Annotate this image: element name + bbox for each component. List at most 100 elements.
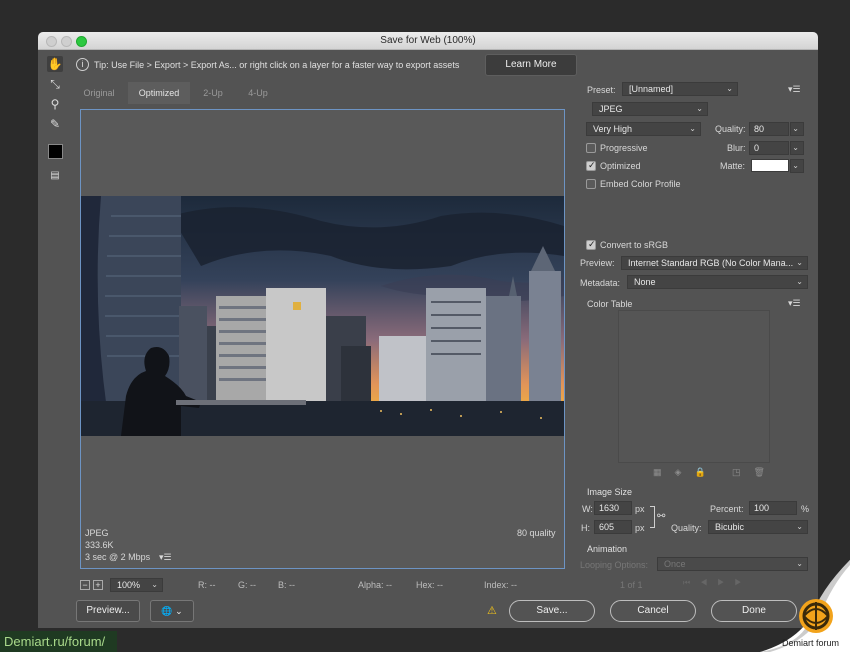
- compression-quality-value: Very High: [593, 124, 633, 134]
- preset-value: [Unnamed]: [629, 84, 674, 94]
- constrain-bracket: [650, 506, 655, 528]
- title-bar: Save for Web (100%): [38, 32, 818, 50]
- color-preview-value: Internet Standard RGB (No Color Mana...: [628, 258, 794, 268]
- lock-icon[interactable]: 🔒: [694, 467, 718, 477]
- chevron-down-icon: ⌄: [796, 258, 803, 267]
- optimized-checkbox[interactable]: [586, 160, 596, 171]
- readout-index: Index: --: [484, 580, 518, 590]
- watermark-link[interactable]: Demiart.ru/forum/: [0, 631, 117, 652]
- metadata-value: None: [634, 277, 656, 287]
- browser-preview-select[interactable]: 🌐 ⌄: [150, 600, 194, 622]
- compression-quality-select[interactable]: Very High ⌄: [586, 122, 701, 136]
- matte-select[interactable]: ⌄: [790, 159, 804, 173]
- chevron-down-icon: ⌄: [689, 124, 696, 133]
- color-table[interactable]: [618, 310, 770, 463]
- progressive-label: Progressive: [600, 143, 648, 153]
- zoom-level-value: 100%: [117, 580, 141, 590]
- quality-slider-toggle[interactable]: ⌄: [790, 122, 804, 136]
- looping-options-value: Once: [664, 559, 686, 569]
- preview-button[interactable]: Preview...: [76, 600, 140, 622]
- link-icon[interactable]: ⚯: [657, 511, 665, 522]
- save-for-web-dialog: Save for Web (100%) ✋ ⤡ ⚲ ✎ ▤ i Tip: Use…: [38, 32, 818, 628]
- zoom-in-button[interactable]: +: [93, 580, 103, 590]
- frame-counter: 1 of 1: [620, 580, 643, 590]
- animation-label: Animation: [587, 544, 628, 554]
- preview-label: Preview:: [580, 258, 615, 268]
- color-table-actions: ◳🗑: [732, 467, 778, 478]
- chevron-down-icon: ⌄: [151, 580, 158, 589]
- metadata-select[interactable]: None ⌄: [627, 275, 808, 289]
- demiart-logo: [793, 596, 839, 636]
- tab-original[interactable]: Original: [72, 82, 126, 104]
- percent-unit: %: [801, 504, 810, 514]
- optimize-menu-icon[interactable]: ▾☰: [788, 84, 801, 95]
- height-unit: px: [635, 523, 645, 533]
- image-size-info: 333.6K: [85, 540, 114, 550]
- learn-more-button[interactable]: Learn More: [485, 54, 577, 76]
- trash-icon[interactable]: 🗑: [754, 467, 778, 477]
- toggle-slices-icon[interactable]: ▤: [47, 168, 63, 184]
- quality-label: Quality:: [715, 124, 746, 134]
- eyedropper-tool-icon[interactable]: ✎: [47, 116, 63, 132]
- chevron-down-icon: ⌄: [796, 522, 803, 531]
- file-format-select[interactable]: JPEG ⌄: [592, 102, 708, 116]
- preset-label: Preset:: [587, 85, 616, 95]
- color-table-menu-icon[interactable]: ▾☰: [788, 298, 801, 309]
- chevron-down-icon: ⌄: [792, 161, 799, 170]
- quality-input[interactable]: 80: [749, 122, 789, 136]
- blur-slider-toggle[interactable]: ⌄: [790, 141, 804, 155]
- height-input[interactable]: 605: [594, 520, 632, 534]
- convert-to-srgb-label: Convert to sRGB: [600, 240, 669, 250]
- resample-method-select[interactable]: Bicubic ⌄: [708, 520, 808, 534]
- optimized-label: Optimized: [600, 161, 641, 171]
- info-icon: i: [76, 58, 89, 71]
- first-frame-icon[interactable]: ⏮: [683, 578, 700, 587]
- preview-canvas[interactable]: JPEG 333.6K 3 sec @ 2 Mbps ▾☰ 80 quality: [80, 109, 565, 569]
- tool-strip: ✋ ⤡ ⚲ ✎ ▤: [38, 50, 72, 210]
- color-table-label: Color Table: [587, 299, 633, 309]
- embed-color-profile-checkbox[interactable]: [586, 179, 596, 189]
- save-button[interactable]: Save...: [509, 600, 595, 622]
- convert-to-srgb-checkbox[interactable]: [586, 239, 596, 250]
- chevron-down-icon: ⌄: [172, 606, 183, 616]
- warning-icon: ⚠: [487, 605, 497, 617]
- blur-input[interactable]: 0: [749, 141, 789, 155]
- quality-note: 80 quality: [517, 528, 556, 538]
- lock-color-icon[interactable]: ◈: [675, 467, 695, 477]
- color-table-controls: ▦◈🔒: [653, 467, 719, 478]
- next-frame-icon[interactable]: ▶: [734, 578, 751, 587]
- previous-frame-icon[interactable]: ◀: [700, 578, 717, 587]
- width-input[interactable]: 1630: [594, 501, 632, 515]
- matte-label: Matte:: [720, 161, 746, 171]
- tab-optimized[interactable]: Optimized: [128, 82, 190, 104]
- looping-options-label: Looping Options:: [580, 560, 649, 570]
- play-icon[interactable]: ▶: [717, 578, 734, 587]
- zoom-level-select[interactable]: 100% ⌄: [110, 578, 163, 592]
- progressive-checkbox[interactable]: [586, 143, 596, 153]
- web-snap-icon[interactable]: ▦: [653, 467, 675, 477]
- tab-2-up[interactable]: 2-Up: [192, 82, 234, 104]
- chevron-down-icon: ⌄: [726, 84, 733, 93]
- blur-label: Blur:: [727, 143, 746, 153]
- percent-input[interactable]: 100: [749, 501, 797, 515]
- resample-method-value: Bicubic: [715, 522, 745, 532]
- image-format-info: JPEG: [85, 528, 109, 538]
- tab-4-up[interactable]: 4-Up: [236, 82, 280, 104]
- slice-select-tool-icon[interactable]: ⤡: [47, 76, 63, 92]
- preset-select[interactable]: [Unnamed] ⌄: [622, 82, 738, 96]
- preview-image: [81, 196, 564, 436]
- zoom-out-button[interactable]: −: [80, 580, 90, 590]
- chevron-down-icon: ⌄: [792, 124, 799, 133]
- zoom-tool-icon[interactable]: ⚲: [47, 96, 63, 112]
- globe-icon: 🌐: [161, 606, 173, 616]
- new-color-icon[interactable]: ◳: [732, 467, 754, 477]
- readout-hex: Hex: --: [416, 580, 443, 590]
- color-preview-select[interactable]: Internet Standard RGB (No Color Mana... ⌄: [621, 256, 808, 270]
- readout-alpha: Alpha: --: [358, 580, 393, 590]
- cancel-button[interactable]: Cancel: [610, 600, 696, 622]
- eyedropper-color-swatch[interactable]: [48, 144, 63, 159]
- hand-tool-icon[interactable]: ✋: [47, 56, 63, 72]
- matte-color-swatch[interactable]: [751, 159, 789, 172]
- download-rate-menu-icon[interactable]: ▾☰: [159, 552, 172, 563]
- chevron-down-icon: ⌄: [796, 277, 803, 286]
